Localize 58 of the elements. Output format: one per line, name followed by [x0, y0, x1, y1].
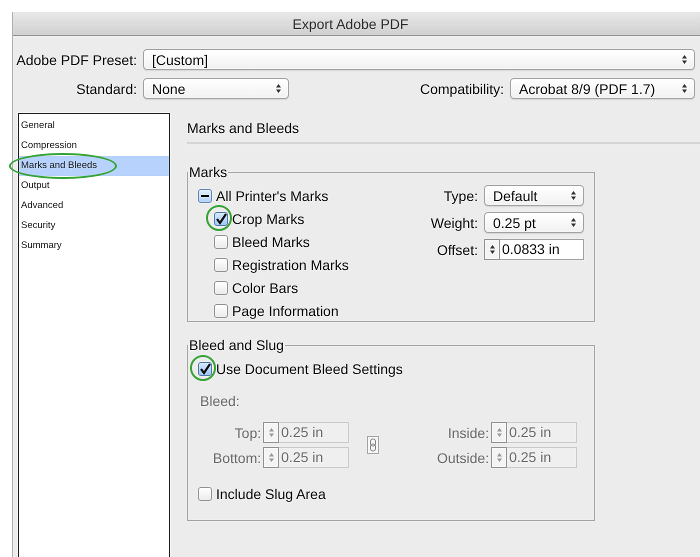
dropdown[interactable]: 0.25 pt — [484, 212, 584, 233]
checkbox-label: Bleed Marks — [232, 234, 310, 250]
sidebar-item[interactable]: Output — [19, 176, 169, 196]
updown-arrows-icon — [496, 452, 503, 463]
panel-title: Marks and Bleeds — [187, 113, 700, 144]
updown-arrows-icon — [681, 54, 688, 65]
group-title: Marks — [188, 164, 228, 180]
section-label: Bleed: — [200, 393, 241, 409]
checkbox[interactable] — [214, 304, 228, 318]
updown-arrows-icon — [268, 452, 275, 463]
checkbox[interactable] — [198, 188, 212, 202]
number-field[interactable]: 0.0833 in — [500, 239, 584, 260]
field-label: Adobe PDF Preset: — [15, 52, 138, 68]
sidebar-item[interactable]: Security — [19, 216, 169, 236]
standard-dropdown[interactable]: None — [143, 78, 289, 99]
updown-arrows-icon — [275, 83, 282, 94]
checkbox-label: Use Document Bleed Settings — [216, 360, 403, 376]
updown-arrows-icon — [488, 244, 496, 255]
checkbox[interactable] — [198, 362, 212, 376]
updown-arrows-icon — [570, 217, 577, 228]
field-label: Top: — [234, 424, 262, 440]
field-label: Offset: — [437, 242, 478, 258]
field-label: Type: — [444, 188, 478, 204]
minus-icon — [201, 194, 209, 196]
field-label: Bottom: — [212, 450, 262, 466]
updown-arrows-icon — [268, 427, 275, 438]
checkmark-icon — [199, 362, 211, 374]
checkbox-label: Color Bars — [232, 280, 298, 296]
checkbox-label: Page Information — [232, 302, 339, 318]
checkbox-label: Crop Marks — [232, 210, 304, 226]
field-label: Compatibility: — [420, 80, 505, 96]
sidebar-item[interactable]: General — [19, 116, 169, 136]
field-label: Weight: — [430, 214, 478, 230]
checkbox-label: All Printer's Marks — [216, 188, 328, 204]
checkbox-label: Include Slug Area — [216, 486, 326, 502]
checkbox[interactable] — [198, 486, 212, 500]
field-label: Inside: — [446, 424, 490, 440]
sidebar-item[interactable]: Advanced — [19, 196, 169, 216]
updown-arrows-icon — [570, 190, 577, 201]
window-title: Export Adobe PDF — [292, 16, 408, 32]
field-label: Outside: — [436, 450, 490, 466]
checkmark-icon — [215, 212, 227, 224]
stepper-button[interactable] — [484, 239, 500, 260]
preset-dropdown[interactable]: [Custom] — [143, 49, 695, 70]
checkbox[interactable] — [214, 212, 228, 226]
checkbox[interactable] — [214, 280, 228, 294]
sidebar-item[interactable]: Compression — [19, 136, 169, 156]
checkbox[interactable] — [214, 234, 228, 248]
field-label: Standard: — [75, 80, 138, 96]
sidebar-item[interactable]: Marks and Bleeds — [19, 156, 169, 176]
dropdown[interactable]: Default — [484, 185, 584, 206]
updown-arrows-icon — [681, 83, 688, 94]
updown-arrows-icon — [496, 427, 503, 438]
group-title: Bleed and Slug — [188, 337, 285, 353]
compatibility-dropdown[interactable]: Acrobat 8/9 (PDF 1.7) — [510, 78, 695, 99]
checkbox[interactable] — [214, 258, 228, 272]
sidebar-item[interactable]: Summary — [19, 236, 169, 256]
checkbox-label: Registration Marks — [232, 256, 349, 272]
